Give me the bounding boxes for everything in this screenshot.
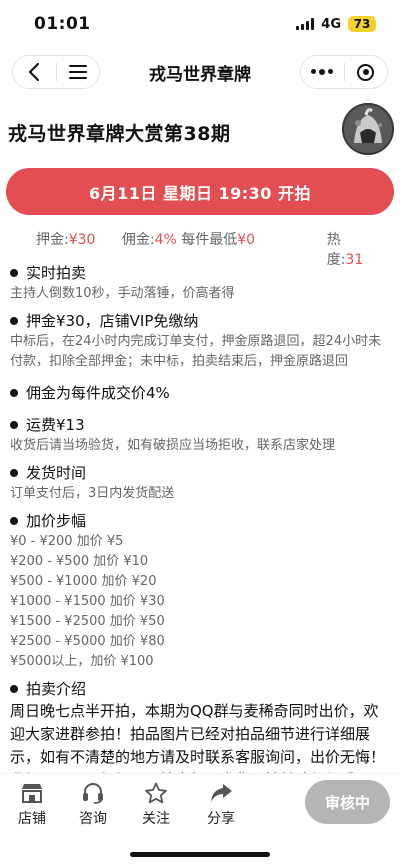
increment-step: ¥500 - ¥1000 加价 ¥20 [10,574,157,589]
section-title: 发货时间 [26,464,87,482]
section-live: 实时拍卖 主持人倒数10秒，手动落锤，价高者得 [10,262,392,304]
deposit-label: 押金: [36,232,69,248]
increment-step: ¥0 - ¥200 加价 ¥5 [10,534,124,549]
nav-right-capsule [300,55,388,89]
tab-label: 店铺 [18,811,46,827]
tab-store[interactable]: 店铺 [10,782,54,828]
bullet-icon [10,517,18,525]
section-title: 实时拍卖 [26,264,87,282]
tab-label: 分享 [207,811,235,827]
bullet-icon [10,469,18,477]
back-button[interactable] [13,56,56,88]
store-icon [22,784,42,803]
section-title: 拍卖介绍 [26,680,87,698]
commission-label: 佣金: [121,232,155,248]
network-type: 4G [321,16,341,32]
home-indicator [130,852,270,857]
increment-step: ¥1000 - ¥1500 加价 ¥30 [10,594,165,609]
bullet-icon [10,389,18,397]
status-time: 01:01 [34,14,91,34]
review-status-button[interactable]: 审核中 [305,780,390,824]
increment-step: ¥1500 - ¥2500 加价 ¥50 [10,614,165,629]
tab-follow[interactable]: 关注 [134,782,178,828]
chevron-left-icon [29,63,40,81]
nav-title: 戎马世界章牌 [149,64,251,85]
bullet-icon [10,317,18,325]
tab-consult[interactable]: 咨询 [71,782,115,828]
increment-step: ¥5000以上，加价 ¥100 [10,654,154,669]
auction-time-button[interactable]: 6月11日 星期日 19:30 开拍 [6,168,394,215]
min-price-value: ¥0 [237,232,256,248]
commission-value: 4% [154,232,177,248]
close-miniprogram-button[interactable] [344,56,387,88]
menu-button[interactable] [56,56,99,88]
section-title: 押金¥30，店铺VIP免缴纳 [26,312,199,330]
increment-step: ¥2500 - ¥5000 加价 ¥80 [10,634,165,649]
min-price-label: 每件最低 [176,232,238,248]
target-icon [357,63,375,81]
more-button[interactable] [301,56,344,88]
section-body: 收货后请当场验货，如有破损应当场拒收，联系店家处理 [10,438,336,453]
section-body: 订单支付后，3日内发货配送 [10,486,175,501]
tab-label: 关注 [142,811,170,827]
avatar[interactable] [342,103,394,155]
nav-left-capsule [12,55,100,89]
section-title: 运费¥13 [26,416,85,434]
status-indicators: 4G 73 [296,16,376,32]
more-dots-icon [311,68,334,75]
section-body: 主持人倒数10秒，手动落锤，价高者得 [10,286,235,301]
star-icon [145,782,167,804]
section-body: 中标后，在24小时内完成订单支付，押金原路退回，超24小时未付款，扣除全部押金；… [10,334,382,369]
headset-icon [83,783,103,804]
hamburger-icon [68,65,87,79]
bullet-icon [10,421,18,429]
section-title: 佣金为每件成交价4% [26,384,170,402]
status-bar: 01:01 4G 73 [0,0,400,48]
section-commission: 佣金为每件成交价4% [10,382,392,404]
section-title: 加价步幅 [26,512,87,530]
battery-icon: 73 [348,16,376,32]
tab-label: 咨询 [79,811,107,827]
section-increment: 加价步幅 ¥0 - ¥200 加价 ¥5 ¥200 - ¥500 加价 ¥10 … [10,510,392,672]
section-deposit: 押金¥30，店铺VIP免缴纳 中标后，在24小时内完成订单支付，押金原路退回，超… [10,310,392,372]
signal-icon [296,18,315,30]
helmet-avatar-icon [342,103,394,155]
share-icon [211,784,232,802]
section-delivery: 发货时间 订单支付后，3日内发货配送 [10,462,392,504]
auction-rules: 实时拍卖 主持人倒数10秒，手动落锤，价高者得 押金¥30，店铺VIP免缴纳 中… [10,262,392,821]
bullet-icon [10,269,18,277]
bullet-icon [10,685,18,693]
section-shipping-fee: 运费¥13 收货后请当场验货，如有破损应当场拒收，联系店家处理 [10,414,392,456]
deposit-value: ¥30 [68,232,96,248]
page-title: 戎马世界章牌大赏第38期 [8,123,231,145]
nav-bar: 戎马世界章牌 [0,48,400,96]
tab-share[interactable]: 分享 [199,782,243,828]
increment-step: ¥200 - ¥500 加价 ¥10 [10,554,149,569]
